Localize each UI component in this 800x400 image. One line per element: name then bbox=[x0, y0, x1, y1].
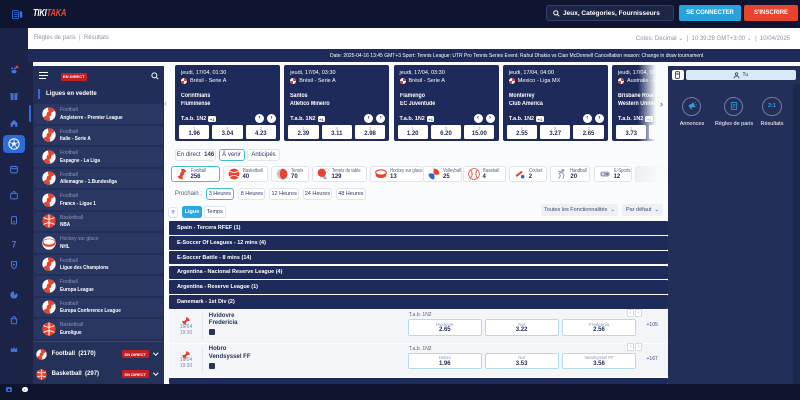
svg-text:7: 7 bbox=[12, 239, 17, 249]
